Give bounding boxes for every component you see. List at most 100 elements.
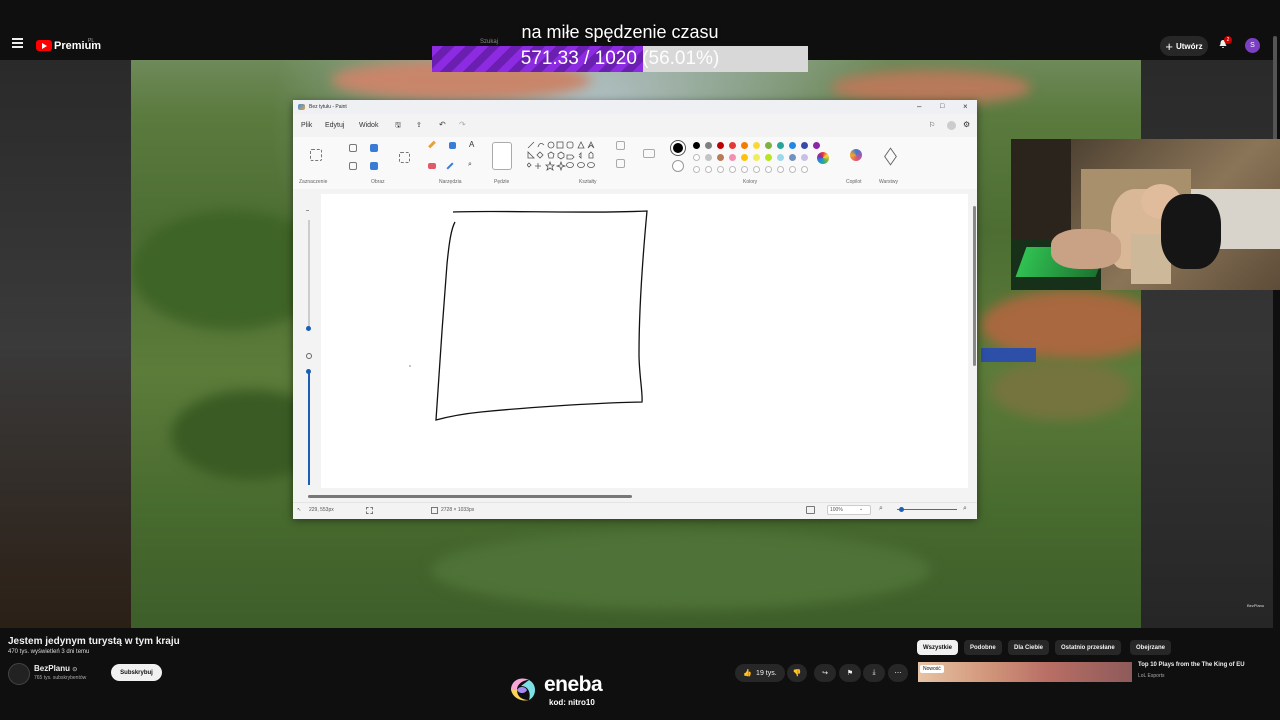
zoom-slider[interactable] <box>897 509 957 510</box>
palette-swatch[interactable] <box>789 142 796 149</box>
channel-name[interactable]: BezPlanu ⊙ <box>34 664 77 673</box>
close-icon[interactable]: × <box>963 102 968 111</box>
palette-swatch[interactable] <box>693 142 700 149</box>
text-icon[interactable]: A <box>469 140 474 149</box>
menu-icon[interactable] <box>12 38 23 48</box>
youtube-logo-icon[interactable] <box>36 40 52 51</box>
palette-swatch[interactable] <box>801 154 808 161</box>
palette-swatch[interactable] <box>753 154 760 161</box>
brush-size-slider[interactable] <box>308 220 310 330</box>
canvas-vertical-scrollbar[interactable] <box>973 206 976 366</box>
feedback-icon[interactable]: ⚐ <box>929 121 935 129</box>
minimize-icon[interactable]: – <box>917 102 921 111</box>
chip-watched[interactable]: Obejrzane <box>1130 640 1172 655</box>
custom-color-slot[interactable] <box>777 166 784 173</box>
layers-icon[interactable] <box>884 147 897 166</box>
more-button[interactable]: ⋯ <box>888 664 908 682</box>
palette-swatch[interactable] <box>729 154 736 161</box>
brush-size-thumb[interactable] <box>306 326 311 331</box>
magnifier-icon[interactable]: ⌕ <box>468 161 472 169</box>
brushes-button[interactable] <box>492 142 512 170</box>
settings-icon[interactable]: ⚙ <box>963 120 970 129</box>
user-avatar[interactable]: S <box>1245 38 1260 53</box>
redo-icon[interactable]: ↷ <box>459 120 466 129</box>
fill-style-icon[interactable] <box>616 159 625 168</box>
custom-color-slot[interactable] <box>753 166 760 173</box>
palette-swatch[interactable] <box>777 154 784 161</box>
custom-color-slot[interactable] <box>705 166 712 173</box>
copilot-icon[interactable] <box>850 149 862 161</box>
palette-swatch[interactable] <box>813 142 820 149</box>
paint-canvas[interactable] <box>321 194 968 488</box>
save-button[interactable]: ⚑ <box>839 664 861 682</box>
flip-icon[interactable] <box>349 162 357 170</box>
maximize-icon[interactable]: □ <box>940 103 944 110</box>
image-select-icon[interactable] <box>399 152 410 163</box>
share-button[interactable]: ↪ <box>814 664 836 682</box>
palette-swatch[interactable] <box>717 154 724 161</box>
palette-swatch[interactable] <box>741 154 748 161</box>
custom-color-slot[interactable] <box>765 166 772 173</box>
menu-view[interactable]: Widok <box>359 122 378 129</box>
shapes-gallery-icon[interactable] <box>527 141 603 177</box>
recommended-video-title[interactable]: Top 10 Plays from the The King of EU <box>1138 662 1245 668</box>
zoom-out-icon[interactable]: ⌕ <box>879 505 883 513</box>
recommended-video-thumbnail[interactable] <box>918 662 1132 682</box>
paint-window[interactable]: Bez tytułu - Paint – □ × Plik Edytuj Wid… <box>293 100 977 519</box>
share-icon[interactable]: ⇪ <box>416 121 422 129</box>
crop-icon[interactable] <box>349 144 357 152</box>
palette-swatch[interactable] <box>693 154 700 161</box>
custom-color-slot[interactable] <box>729 166 736 173</box>
create-button[interactable]: + Utwórz <box>1160 36 1208 56</box>
save-icon[interactable]: 🖫 <box>395 121 401 132</box>
palette-swatch[interactable] <box>741 142 748 149</box>
custom-color-slot[interactable] <box>693 166 700 173</box>
custom-color-slot[interactable] <box>717 166 724 173</box>
palette-swatch[interactable] <box>801 142 808 149</box>
undo-icon[interactable]: ↶ <box>439 120 446 129</box>
menu-edit[interactable]: Edytuj <box>325 122 344 129</box>
opacity-slider[interactable] <box>308 370 310 485</box>
pencil-icon[interactable] <box>428 140 436 149</box>
chip-recent[interactable]: Ostatnio przesłane <box>1055 640 1121 655</box>
zoom-in-icon[interactable]: ⌕ <box>963 505 967 513</box>
palette-swatch[interactable] <box>729 142 736 149</box>
chip-for-you[interactable]: Dla Ciebie <box>1008 640 1050 655</box>
chip-related[interactable]: Podobne <box>964 640 1002 655</box>
custom-color-slot[interactable] <box>801 166 808 173</box>
page-scrollbar[interactable] <box>1273 36 1277 146</box>
custom-color-slot[interactable] <box>741 166 748 173</box>
color-2-swatch[interactable] <box>672 160 684 172</box>
paint-titlebar[interactable] <box>293 100 977 114</box>
stroke-size-icon[interactable] <box>643 149 655 158</box>
custom-color-slot[interactable] <box>789 166 796 173</box>
like-button[interactable]: 👍 19 tys. <box>735 664 785 682</box>
dislike-button[interactable]: 👎 <box>787 664 807 682</box>
rotate-icon[interactable] <box>370 162 378 170</box>
outline-icon[interactable] <box>616 141 625 150</box>
palette-swatch[interactable] <box>777 142 784 149</box>
download-button[interactable]: ⤓ <box>863 664 885 682</box>
chip-all[interactable]: Wszystkie <box>917 640 959 655</box>
palette-swatch[interactable] <box>705 142 712 149</box>
palette-swatch[interactable] <box>705 154 712 161</box>
palette-swatch[interactable] <box>753 142 760 149</box>
palette-swatch[interactable] <box>789 154 796 161</box>
edit-colors-icon[interactable] <box>817 152 829 164</box>
resize-icon[interactable] <box>370 144 378 152</box>
palette-swatch[interactable] <box>765 154 772 161</box>
palette-swatch[interactable] <box>765 142 772 149</box>
subscribe-button[interactable]: Subskrybuj <box>111 664 162 681</box>
palette-swatch[interactable] <box>717 142 724 149</box>
account-icon[interactable] <box>947 121 956 130</box>
eraser-icon[interactable] <box>428 163 436 169</box>
fit-window-icon[interactable] <box>806 506 815 514</box>
color-picker-icon[interactable] <box>446 162 454 170</box>
zoom-slider-thumb[interactable] <box>899 507 904 512</box>
canvas-horizontal-scrollbar[interactable] <box>308 495 632 498</box>
fill-icon[interactable] <box>449 142 456 149</box>
menu-file[interactable]: Plik <box>301 122 312 129</box>
opacity-thumb[interactable] <box>306 369 311 374</box>
selection-tool-icon[interactable] <box>310 149 322 161</box>
channel-avatar[interactable] <box>8 663 30 685</box>
